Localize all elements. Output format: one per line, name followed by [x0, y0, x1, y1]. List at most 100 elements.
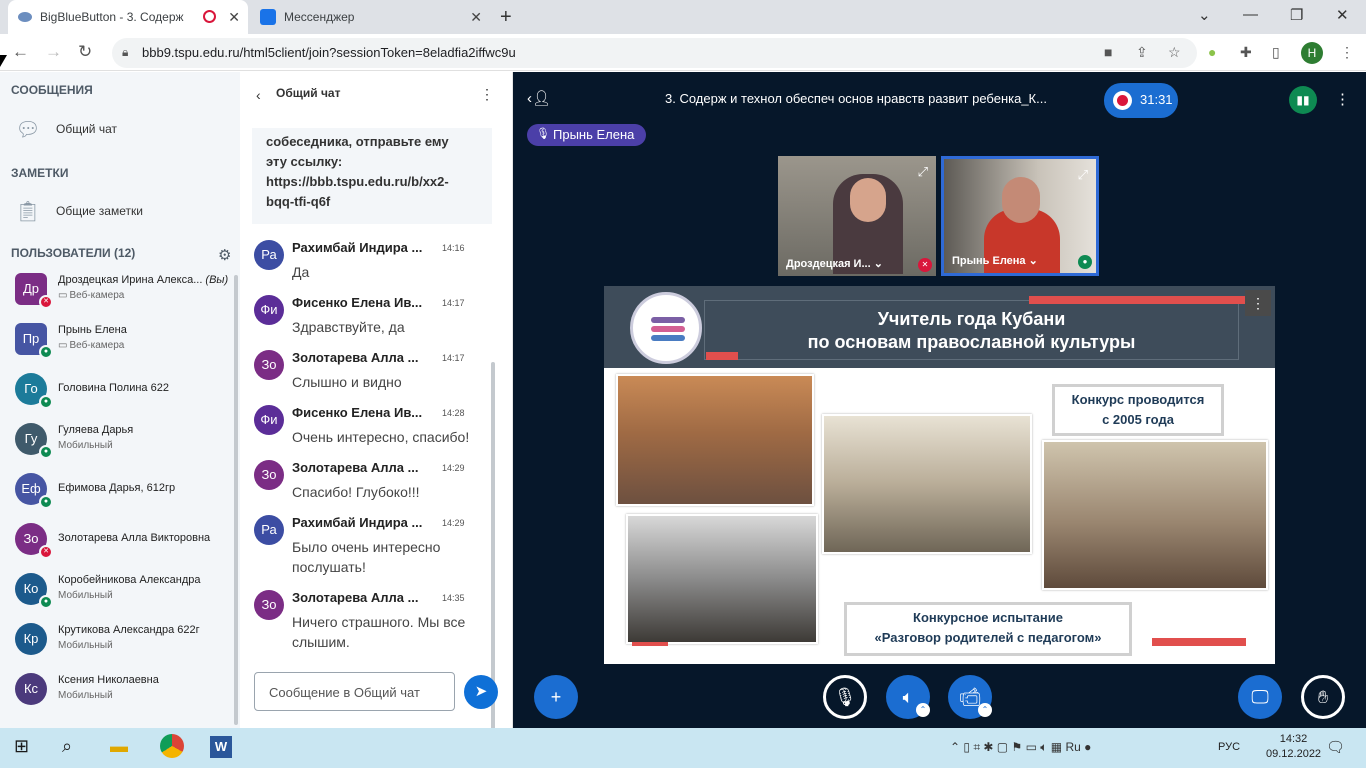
slide-header: Учитель года Кубани по основам православ…	[604, 286, 1275, 368]
message-author: Рахимбай Индира ...	[292, 515, 423, 530]
user-list-item[interactable]: Ко ● Коробейникова Александра Мобильный	[15, 570, 235, 614]
word-icon[interactable]: W	[210, 736, 232, 758]
extensions-puzzle-icon[interactable]: ✚	[1240, 44, 1252, 61]
tab-bigbluebutton[interactable]: BigBlueButton - 3. Содерж ✕	[8, 0, 248, 34]
user-list-item[interactable]: Зо ✕ Золотарева Алла Викторовна	[15, 520, 235, 564]
avatar: Фи	[254, 295, 284, 325]
user-list-scrollbar[interactable]	[234, 275, 238, 725]
message-time: 14:17	[442, 353, 465, 363]
webcam-tile[interactable]: ⤢ Дроздецкая И... ⌄ ✕	[778, 156, 936, 276]
logo-book	[651, 317, 685, 323]
chat-options-icon[interactable]: ⋮	[480, 86, 494, 103]
send-message-button[interactable]: ➤	[464, 675, 498, 709]
user-list-item[interactable]: Др ✕ Дроздецкая Ирина Алекса... (Вы) ▭ Веб-ка…	[15, 270, 235, 314]
user-list-item[interactable]: Гу ● Гуляева Дарья Мобильный	[15, 420, 235, 464]
chat-scrollbar[interactable]	[491, 362, 495, 730]
chrome-icon[interactable]	[160, 734, 184, 758]
forward-icon[interactable]: →	[45, 42, 62, 62]
user-name: Крутикова Александра 622г	[58, 624, 200, 636]
language-indicator[interactable]: РУС	[1218, 741, 1240, 753]
options-menu-icon[interactable]: ⋮	[1335, 90, 1350, 108]
camera-button[interactable]: 📹︎ ⌃	[948, 675, 992, 719]
message-time: 14:35	[442, 593, 465, 603]
welcome-link[interactable]: https://bbb.tspu.edu.ru/b/xx2-	[266, 172, 478, 192]
slide-caption-test: Конкурсное испытание «Разговор родителей…	[844, 602, 1132, 656]
avatar: Фи	[254, 405, 284, 435]
webcam-tile-active[interactable]: ⤢ Прынь Елена ⌄ ●	[941, 156, 1099, 276]
window-close-icon[interactable]: ✕	[1336, 6, 1349, 24]
user-list-item[interactable]: Еф ● Ефимова Дарья, 612гр	[15, 470, 235, 514]
toggle-userlist-icon[interactable]: ‹👤︎	[527, 89, 551, 107]
close-tab-icon[interactable]: ✕	[228, 9, 240, 26]
back-icon[interactable]: ←	[12, 42, 29, 62]
raise-hand-button[interactable]: ✋︎	[1301, 675, 1345, 719]
user-name-text: Ксения Николаевна	[58, 674, 159, 686]
maximize-icon[interactable]: ❐	[1290, 6, 1303, 24]
video-icon: 📹︎	[958, 687, 982, 707]
caption-line: «Разговор родителей с педагогом»	[874, 630, 1102, 645]
recording-indicator[interactable]: 31:31	[1104, 83, 1178, 118]
close-tab-icon[interactable]: ✕	[470, 9, 482, 26]
avatar: Зо	[254, 460, 284, 490]
chat-bubble-icon: 💬︎	[15, 119, 41, 141]
search-icon[interactable]: ⌕	[62, 736, 72, 757]
public-chat-link[interactable]: 💬︎ Общий чат	[14, 117, 117, 141]
bookmark-star-icon[interactable]: ☆	[1168, 44, 1181, 61]
actions-button[interactable]: +	[534, 675, 578, 719]
windows-start-icon[interactable]: ⊞	[14, 736, 29, 757]
unmute-button[interactable]: 🎙︎	[823, 675, 867, 719]
message-author: Фисенко Елена Ив...	[292, 405, 423, 420]
user-list-item[interactable]: Го ● Головина Полина 622	[15, 370, 235, 414]
user-status: Мобильный	[58, 440, 113, 451]
user-list-item[interactable]: Кс Ксения Николаевна Мобильный	[15, 670, 235, 714]
fullscreen-icon[interactable]: ⤢	[1078, 167, 1088, 183]
message-text: Да	[292, 264, 310, 280]
screen-icon: 🖵	[1251, 687, 1269, 707]
shared-notes-link[interactable]: 📋︎ Общие заметки	[14, 199, 143, 223]
share-icon[interactable]: ⇪	[1136, 44, 1148, 61]
listen-only-icon: ●	[39, 395, 53, 409]
audio-button[interactable]: 🔈︎ ⌃	[886, 675, 930, 719]
messages-header: СООБЩЕНИЯ	[11, 83, 93, 97]
webcam-icon: ▭	[58, 340, 68, 351]
user-list-item[interactable]: Кр Крутикова Александра 622г Мобильный	[15, 620, 235, 664]
connection-status-icon[interactable]: ▮▮	[1289, 86, 1317, 114]
decorative-bar	[1029, 296, 1247, 304]
extension-icon[interactable]: ●	[1208, 44, 1216, 60]
avatar: Зо	[254, 590, 284, 620]
fullscreen-icon[interactable]: ⤢	[918, 164, 928, 180]
listen-only-icon: ●	[39, 495, 53, 509]
user-status: Веб-камера	[69, 340, 125, 351]
file-explorer-icon[interactable]: ▬	[110, 736, 128, 757]
welcome-message: собеседника, отправьте ему эту ссылку: h…	[252, 128, 492, 224]
presentation-button[interactable]: 🖵	[1238, 675, 1282, 719]
side-panel-icon[interactable]: ▯	[1272, 44, 1280, 61]
chevron-up-icon[interactable]: ⌃	[916, 703, 930, 717]
send-icon: ➤	[474, 683, 488, 700]
messenger-favicon-icon	[260, 9, 276, 25]
slide-options-icon[interactable]: ⋮	[1245, 290, 1271, 316]
gear-icon[interactable]: ⚙	[218, 246, 231, 264]
presentation-stage: ‹👤︎ 3. Содерж и технол обеспеч основ нра…	[513, 72, 1366, 728]
minimize-icon[interactable]: —	[1243, 6, 1258, 23]
notification-icon[interactable]: 🗨︎	[1326, 738, 1345, 756]
chat-message-input[interactable]: Сообщение в Общий чат	[254, 672, 455, 711]
tab-search-icon[interactable]: ⌄	[1198, 6, 1211, 24]
user-name: Дроздецкая Ирина Алекса... (Вы)	[58, 274, 228, 286]
tab-messenger[interactable]: Мессенджер ✕	[250, 0, 490, 34]
message-time: 14:29	[442, 463, 465, 473]
slide-caption-year: Конкурс проводится с 2005 года	[1052, 384, 1224, 436]
message-author: Золотарева Алла ...	[292, 590, 419, 605]
new-tab-icon[interactable]: +	[500, 6, 512, 29]
reload-icon[interactable]: ↻	[78, 42, 92, 62]
camera-blocked-icon[interactable]: ■	[1104, 44, 1112, 60]
chevron-up-icon[interactable]: ⌃	[978, 703, 992, 717]
browser-menu-icon[interactable]: ⋮	[1340, 44, 1354, 61]
chevron-left-icon[interactable]: ‹	[256, 87, 261, 103]
profile-avatar[interactable]: H	[1301, 42, 1323, 64]
system-tray-icons[interactable]: ⌃ ▯ ⌗ ✱ ▢ ⚑ ▭ 🔈︎ ▦ Ru ●	[950, 740, 1091, 755]
system-clock[interactable]: 14:32 09.12.2022	[1266, 732, 1321, 762]
user-list-item[interactable]: Пр ● Прынь Елена ▭ Веб-камера	[15, 320, 235, 364]
welcome-link[interactable]: bqq-tfi-q6f	[266, 192, 478, 212]
address-bar[interactable]: 🔒︎ bbb9.tspu.edu.ru/html5client/join?ses…	[112, 38, 1197, 68]
